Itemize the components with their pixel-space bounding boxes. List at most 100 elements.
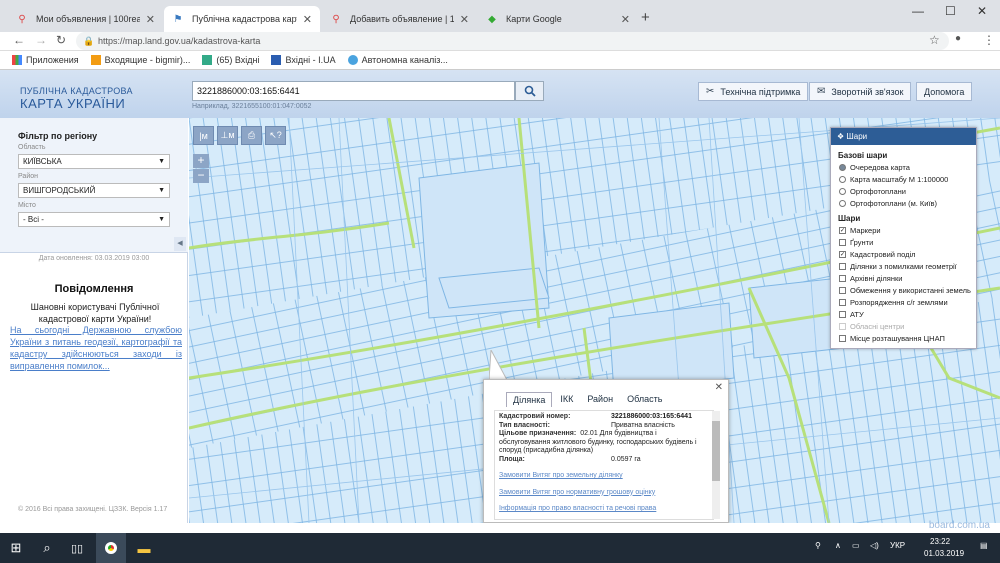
- network-icon[interactable]: ▭: [852, 541, 860, 550]
- mail-icon: [90, 55, 101, 65]
- volume-icon[interactable]: ◁): [870, 541, 879, 550]
- layer-checkbox[interactable]: ✓ Маркери: [839, 225, 976, 235]
- feedback-button[interactable]: ✉ Зворотній зв'язок: [809, 82, 912, 101]
- checkbox: [839, 322, 846, 330]
- reload-icon[interactable]: ↻: [56, 33, 66, 47]
- bookmark-apps[interactable]: Приложения: [12, 55, 79, 65]
- notice-title: Повідомлення: [54, 283, 134, 295]
- ownership-info-link[interactable]: Інформація про право власності та речові…: [499, 505, 709, 514]
- flag-icon: ⚑: [173, 13, 183, 25]
- update-date: Дата оновлення: 03.03.2019 03:00: [38, 255, 150, 262]
- tab-ikk[interactable]: ІКК: [554, 392, 579, 407]
- info-cursor-icon[interactable]: ↖?: [265, 126, 286, 145]
- notifications-icon[interactable]: ▤: [980, 541, 988, 550]
- layer-checkbox[interactable]: Ґрунти: [839, 237, 976, 247]
- checkbox: [839, 286, 846, 294]
- zoom-in-button[interactable]: +: [193, 154, 209, 168]
- layer-checkbox[interactable]: Обмеження у використанні земель: [839, 285, 976, 295]
- menu-icon[interactable]: ⋮: [983, 33, 995, 47]
- bookmark-star-icon[interactable]: ☆: [929, 33, 940, 47]
- zoom-out-button[interactable]: −: [193, 169, 209, 183]
- collapse-panel-button[interactable]: ◀: [174, 237, 186, 251]
- search-icon: [524, 85, 536, 97]
- order-parcel-extract-link[interactable]: Замовити Витяг про земельну ділянку: [499, 472, 709, 481]
- new-tab-button[interactable]: +: [641, 9, 650, 26]
- help-button[interactable]: Допомога: [916, 82, 973, 101]
- region-select[interactable]: КИЇВСЬКА ▼: [18, 154, 170, 169]
- browser-tab-bar: ⚲ Мои объявления | 100realty.ua ✕ ⚑ Публ…: [0, 0, 1000, 32]
- bookmark-inbox-65[interactable]: (65) Вхідні: [202, 55, 259, 65]
- tab-region[interactable]: Область: [621, 392, 668, 407]
- field-cadastral-number: Кадастровий номер: 3221886000:03:165:6441: [499, 413, 692, 420]
- layers-header[interactable]: ❖ Шари: [831, 128, 976, 145]
- google-maps-icon: ◆: [488, 13, 496, 25]
- tech-support-button[interactable]: ✂ Технічна підтримка: [698, 82, 809, 101]
- base-layer-option[interactable]: Oчередова карта: [839, 162, 976, 172]
- tab-district[interactable]: Район: [581, 392, 619, 407]
- task-view-icon[interactable]: ▯▯: [64, 533, 90, 563]
- envelope-icon: ✉: [817, 86, 826, 97]
- people-icon[interactable]: ⚲: [815, 541, 821, 550]
- tab-cadastral-map[interactable]: ⚑ Публічна кадастрова карта Укр ✕: [164, 6, 320, 32]
- chrome-icon[interactable]: [96, 533, 126, 563]
- extension-icon[interactable]: ●: [955, 33, 961, 44]
- search-button[interactable]: [515, 81, 544, 101]
- close-tab-icon[interactable]: ✕: [621, 13, 630, 26]
- district-select[interactable]: ВИШГОРОДСЬКИЙ ▼: [18, 183, 170, 198]
- minimize-button[interactable]: —: [912, 4, 924, 18]
- dropdown-arrow-icon: ▼: [158, 216, 165, 223]
- url-input[interactable]: 🔒 https://map.land.gov.ua/kadastrova-kar…: [76, 32, 949, 50]
- close-window-button[interactable]: ✕: [977, 4, 987, 18]
- lock-icon: 🔒: [83, 36, 95, 46]
- windows-start-icon[interactable]: ⊞: [0, 533, 32, 563]
- clock-time[interactable]: 23:22: [930, 537, 950, 546]
- layer-checkbox[interactable]: Архівні ділянки: [839, 273, 976, 283]
- close-tab-icon[interactable]: ✕: [303, 13, 312, 26]
- map-canvas[interactable]: |м ⊥м ⎙ ↖? + − ❖ Шари Базові шари Oчеред…: [189, 118, 1000, 523]
- layer-checkbox[interactable]: Ділянки з помилками геометрії: [839, 261, 976, 271]
- radio: [839, 187, 846, 195]
- parcel-details: Кадастровий номер: 3221886000:03:165:6441…: [494, 410, 714, 520]
- bookmark-sewage[interactable]: Автономна каналіз...: [347, 55, 448, 65]
- checkbox: [839, 298, 846, 306]
- back-icon[interactable]: ←: [13, 33, 25, 47]
- tray-chevron-icon[interactable]: ∧: [835, 541, 841, 550]
- order-valuation-extract-link[interactable]: Замовити Витяг про нормативну грошову оц…: [499, 489, 709, 498]
- overlay-layers-title: Шари: [838, 214, 861, 223]
- search-icon[interactable]: ⌕: [34, 533, 60, 563]
- measure-area-icon[interactable]: ⊥м: [217, 126, 238, 145]
- tab-add-listing[interactable]: ⚲ Добавить объявление | 100realt ✕: [322, 6, 477, 32]
- layer-checkbox[interactable]: АТУ: [839, 309, 976, 319]
- layer-checkbox[interactable]: ✓ Кадастровий поділ: [839, 249, 976, 259]
- base-layer-option[interactable]: Карта масштабу М 1:100000: [839, 174, 976, 184]
- clock-date[interactable]: 01.03.2019: [924, 549, 964, 558]
- close-tab-icon[interactable]: ✕: [460, 13, 469, 26]
- print-icon[interactable]: ⎙: [241, 126, 262, 145]
- forward-icon[interactable]: →: [35, 33, 47, 47]
- checkbox: [839, 334, 846, 342]
- language-indicator[interactable]: УКР: [890, 541, 905, 550]
- cadastral-search-input[interactable]: 3221886000:03:165:6441: [192, 81, 515, 101]
- apps-icon: [12, 55, 22, 65]
- close-tab-icon[interactable]: ✕: [146, 13, 155, 26]
- brand-line-1: ПУБЛІЧНА КАДАСТРОВА: [20, 86, 133, 96]
- city-select[interactable]: - Всі - ▼: [18, 212, 170, 227]
- bookmark-bigmir[interactable]: Входящие - bigmir)...: [90, 55, 190, 65]
- close-icon[interactable]: ✕: [715, 382, 723, 393]
- notice-link[interactable]: На сьогодні Державною службою України з …: [10, 324, 182, 372]
- base-layer-option[interactable]: Ортофотоплани (м. Київ): [839, 198, 976, 208]
- base-layer-option[interactable]: Ортофотоплани: [839, 186, 976, 196]
- tab-google-maps[interactable]: ◆ Карти Google ✕: [478, 6, 638, 32]
- field-purpose: Цільове призначення: 02.01 Для будівництв…: [499, 430, 697, 454]
- notice-text: Шановні користувачі Публічної кадастрово…: [30, 302, 160, 324]
- scrollbar-thumb[interactable]: [712, 421, 720, 481]
- layer-checkbox[interactable]: Місце розташування ЦНАП: [839, 333, 976, 343]
- measure-length-icon[interactable]: |м: [193, 126, 214, 145]
- bookmark-iua[interactable]: Вхідні - I.UA: [271, 55, 336, 65]
- layer-checkbox[interactable]: Розпорядження с/г землями: [839, 297, 976, 307]
- tab-100realty-ads[interactable]: ⚲ Мои объявления | 100realty.ua ✕: [8, 6, 163, 32]
- maximize-button[interactable]: ☐: [945, 4, 956, 18]
- tab-parcel[interactable]: Ділянка: [506, 392, 553, 407]
- file-explorer-icon[interactable]: ▬: [130, 533, 158, 563]
- popup-scrollbar[interactable]: [712, 411, 720, 519]
